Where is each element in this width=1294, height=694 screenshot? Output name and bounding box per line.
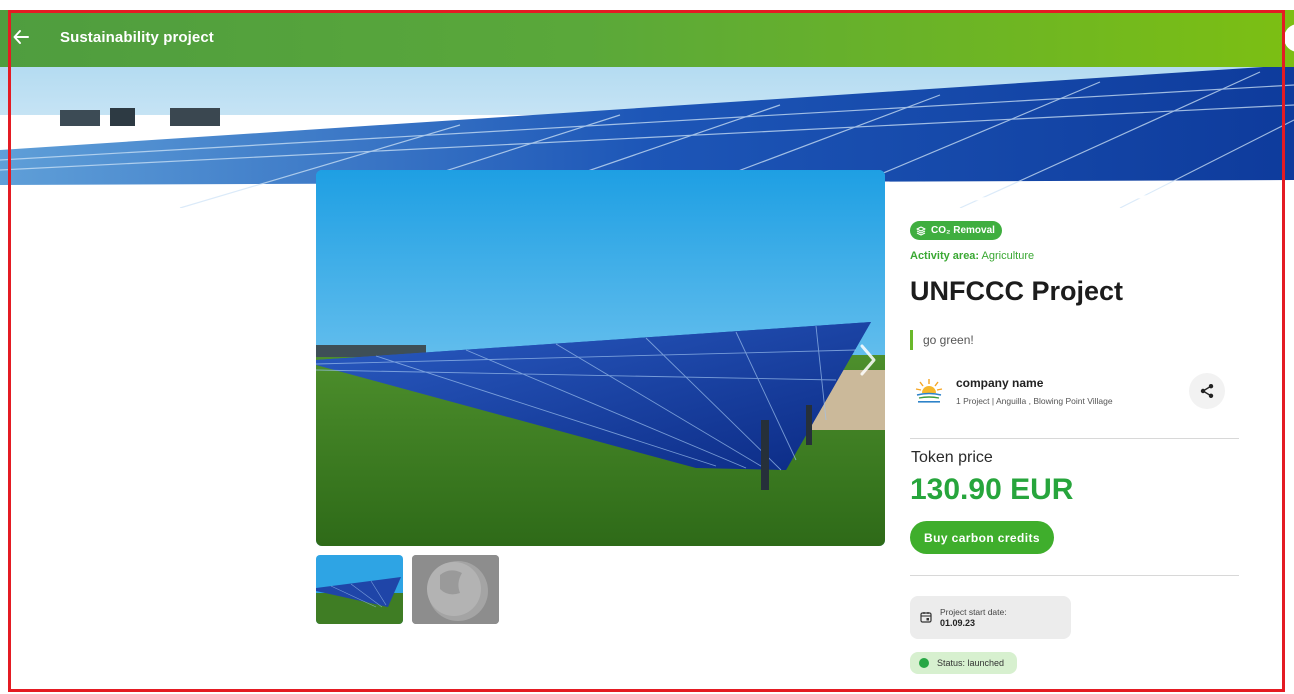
share-icon — [1200, 384, 1214, 398]
gallery-thumbnail-solar[interactable] — [316, 555, 403, 624]
activity-area-label: Activity area: — [910, 250, 980, 262]
calendar-icon — [920, 612, 932, 623]
project-start-date-label: Project start date: — [940, 607, 1007, 617]
category-badge-label: CO₂ Removal — [931, 225, 995, 236]
project-title: UNFCCC Project — [910, 276, 1124, 306]
layers-icon — [916, 225, 926, 236]
chevron-right-icon[interactable] — [852, 340, 882, 380]
share-button[interactable] — [1189, 373, 1225, 409]
gallery-thumbnail-globe[interactable] — [412, 555, 499, 624]
activity-area-value: Agriculture — [981, 250, 1035, 262]
divider — [910, 575, 1239, 576]
project-main-image — [316, 170, 885, 546]
token-price-label: Token price — [911, 449, 993, 466]
activity-area: Activity area: Agriculture — [910, 250, 1034, 262]
project-start-date-value: 01.09.23 — [940, 618, 976, 628]
project-tagline: go green! — [910, 330, 974, 350]
arrow-left-icon[interactable] — [12, 28, 34, 50]
project-page: Sustainability project CO₂ Removal Activ… — [0, 0, 1294, 694]
divider — [910, 438, 1239, 439]
token-price-value: 130.90 EUR — [910, 473, 1074, 506]
status-text: Status: launched — [937, 658, 1005, 668]
status-badge: Status: launched — [910, 652, 1017, 674]
buy-carbon-credits-button[interactable]: Buy carbon credits — [910, 521, 1054, 554]
sun-logo-icon — [914, 376, 944, 406]
status-dot-icon — [919, 658, 929, 668]
category-badge: CO₂ Removal — [910, 221, 1002, 240]
company-name[interactable]: company name — [956, 376, 1043, 390]
project-start-date-card: Project start date: 01.09.23 — [910, 596, 1071, 639]
page-title: Sustainability project — [60, 29, 214, 46]
company-meta: 1 Project | Anguilla , Blowing Point Vil… — [956, 396, 1113, 406]
